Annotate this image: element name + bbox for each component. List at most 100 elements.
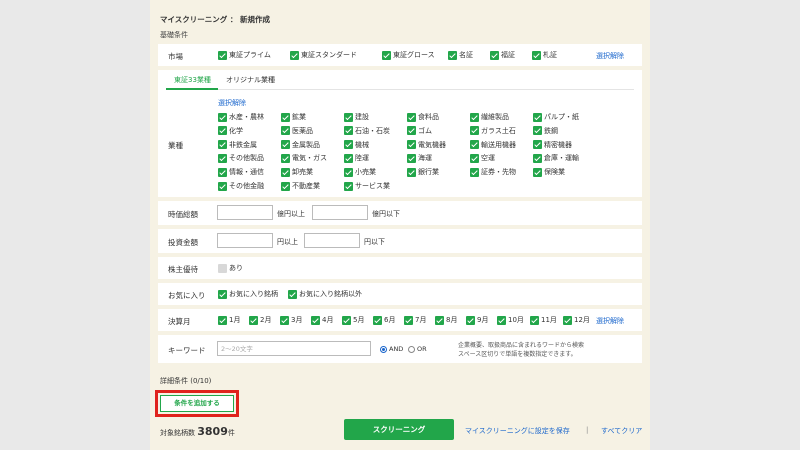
month-option[interactable]: 10月 <box>497 315 524 325</box>
keyword-input[interactable]: 2～20文字 <box>217 341 371 356</box>
save-screening-link[interactable]: マイスクリーニングに設定を保存 <box>465 426 570 436</box>
market-cap-min-unit: 億円以上 <box>277 210 305 218</box>
industry-option-label: 水産・農林 <box>229 113 264 121</box>
screening-button[interactable]: スクリーニング <box>344 419 454 440</box>
industry-option[interactable]: 建設 <box>344 112 369 122</box>
checkbox-icon <box>218 140 227 150</box>
month-option[interactable]: 4月 <box>311 315 333 325</box>
industry-option[interactable]: 鉱業 <box>281 112 306 122</box>
month-option-label: 11月 <box>541 316 557 324</box>
radio-icon <box>380 345 387 353</box>
market-deselect-link[interactable]: 選択解除 <box>596 51 624 61</box>
benefit-option[interactable]: あり <box>218 263 243 273</box>
checkbox-icon <box>281 112 290 122</box>
tab-original-industry[interactable]: オリジナル業種 <box>226 75 275 85</box>
industry-option[interactable]: 証券・先物 <box>470 167 516 177</box>
month-option[interactable]: 8月 <box>435 315 457 325</box>
industry-option-label: ガラス土石 <box>481 126 516 135</box>
industry-option[interactable]: 不動産業 <box>281 181 320 191</box>
month-option[interactable]: 3月 <box>280 315 302 325</box>
checkbox-icon <box>281 126 290 136</box>
investment-max-input[interactable] <box>304 233 360 248</box>
month-option-label: 1月 <box>229 316 241 324</box>
industry-option[interactable]: 情報・通信 <box>218 167 264 177</box>
add-condition-button[interactable]: 条件を追加する <box>160 395 234 412</box>
industry-option[interactable]: 電気・ガス <box>281 153 327 163</box>
industry-option[interactable]: 小売業 <box>344 167 376 177</box>
industry-option[interactable]: 繊維製品 <box>470 112 509 122</box>
checkbox-icon <box>407 153 416 163</box>
industry-option[interactable]: 機械 <box>344 140 369 150</box>
industry-option[interactable]: 医薬品 <box>281 126 313 136</box>
industry-option[interactable]: ゴム <box>407 126 432 136</box>
industry-option[interactable]: 倉庫・運輸 <box>533 153 579 163</box>
checkbox-icon <box>311 315 320 325</box>
checkbox-icon <box>344 126 353 136</box>
industry-option[interactable]: 非鉄金属 <box>218 140 257 150</box>
checkbox-icon <box>404 315 413 325</box>
fiscal-month-row: 決算月 1月 2月 3月 4月 5月 6月 7月 8月 9月 10月 11月 12月 選択解除 <box>158 309 642 331</box>
industry-option[interactable]: 石油・石炭 <box>344 126 390 136</box>
industry-option[interactable]: 陸運 <box>344 153 369 163</box>
industry-option[interactable]: 空運 <box>470 153 495 163</box>
industry-option[interactable]: 水産・農林 <box>218 112 264 122</box>
month-option-label: 2月 <box>260 316 272 324</box>
favorites-option-in[interactable]: お気に入り銘柄 <box>218 289 278 299</box>
industry-option[interactable]: 輸送用機器 <box>470 140 516 150</box>
market-option-fukuoka[interactable]: 福証 <box>490 50 515 60</box>
month-option[interactable]: 6月 <box>373 315 395 325</box>
industry-option-label: 鉱業 <box>292 113 306 121</box>
industry-option[interactable]: 銀行業 <box>407 167 439 177</box>
market-option-sapporo[interactable]: 札証 <box>532 50 557 60</box>
keyword-or-radio[interactable]: OR <box>408 344 427 354</box>
tab-tse33[interactable]: 東証33業種 <box>174 75 211 85</box>
month-option[interactable]: 1月 <box>218 315 240 325</box>
industry-option[interactable]: ガラス土石 <box>470 126 516 136</box>
industry-option[interactable]: 保険業 <box>533 167 565 177</box>
industry-label: 業種 <box>168 141 183 150</box>
month-option-label: 10月 <box>508 316 524 324</box>
checkbox-icon <box>218 315 227 325</box>
investment-max-unit: 円以下 <box>364 238 385 246</box>
market-option-nagoya[interactable]: 名証 <box>448 50 473 60</box>
radio-icon <box>408 345 415 353</box>
market-cap-min-input[interactable] <box>217 205 273 220</box>
industry-option[interactable]: パルプ・紙 <box>533 112 579 122</box>
checkbox-icon <box>290 50 299 60</box>
industry-option[interactable]: その他製品 <box>218 153 264 163</box>
market-option-standard[interactable]: 東証スタンダード <box>290 50 357 60</box>
month-option[interactable]: 11月 <box>530 315 557 325</box>
fiscal-deselect-link[interactable]: 選択解除 <box>596 316 624 326</box>
keyword-and-radio[interactable]: AND <box>380 344 403 354</box>
industry-deselect-link[interactable]: 選択解除 <box>218 98 246 108</box>
market-cap-max-input[interactable] <box>312 205 368 220</box>
industry-option[interactable]: 電気機器 <box>407 140 446 150</box>
checkbox-icon <box>281 167 290 177</box>
industry-option[interactable]: 金属製品 <box>281 140 320 150</box>
detail-conditions-label: 詳細条件 (0/10) <box>160 377 212 385</box>
industry-option[interactable]: 海運 <box>407 153 432 163</box>
month-option[interactable]: 9月 <box>466 315 488 325</box>
month-option[interactable]: 2月 <box>249 315 271 325</box>
favorites-option-out[interactable]: お気に入り銘柄以外 <box>288 289 362 299</box>
industry-option[interactable]: 食料品 <box>407 112 439 122</box>
industry-option[interactable]: 卸売業 <box>281 167 313 177</box>
investment-min-input[interactable] <box>217 233 273 248</box>
market-option-prime[interactable]: 東証プライム <box>218 50 271 60</box>
investment-min-unit: 円以上 <box>277 238 298 246</box>
clear-all-link[interactable]: すべてクリア <box>601 426 642 436</box>
month-option[interactable]: 12月 <box>563 315 590 325</box>
industry-option[interactable]: 精密機器 <box>533 140 572 150</box>
month-option-label: 7月 <box>415 316 427 324</box>
industry-option[interactable]: 化学 <box>218 126 243 136</box>
month-option[interactable]: 5月 <box>342 315 364 325</box>
industry-option-label: 陸運 <box>355 154 369 163</box>
industry-option[interactable]: その他金融 <box>218 181 264 191</box>
industry-option[interactable]: 鉄鋼 <box>533 126 558 136</box>
benefit-row: 株主優待 あり <box>158 257 642 279</box>
market-option-growth[interactable]: 東証グロース <box>382 50 435 60</box>
industry-option[interactable]: サービス業 <box>344 181 390 191</box>
month-option[interactable]: 7月 <box>404 315 426 325</box>
industry-option-label: パルプ・紙 <box>544 113 579 121</box>
checkbox-icon <box>218 263 227 273</box>
